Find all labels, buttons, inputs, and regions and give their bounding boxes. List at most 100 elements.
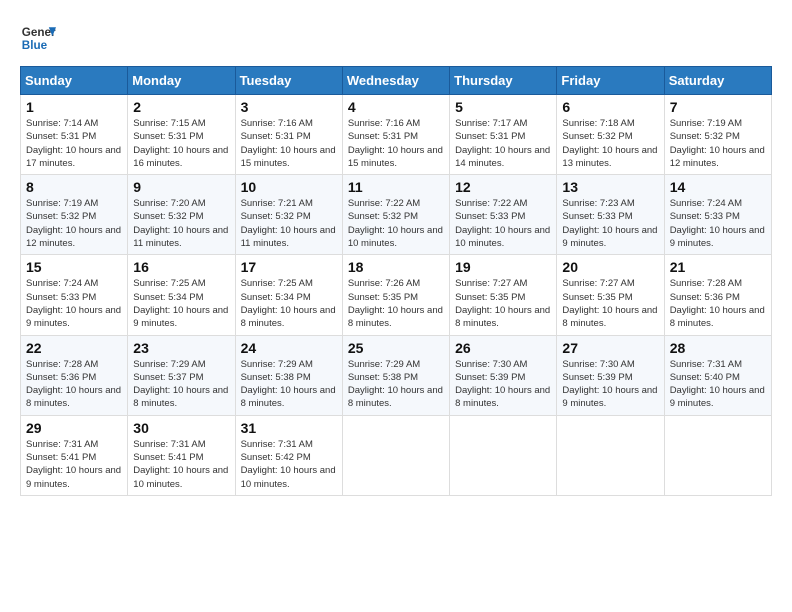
calendar-table: SundayMondayTuesdayWednesdayThursdayFrid… [20,66,772,496]
header-row: SundayMondayTuesdayWednesdayThursdayFrid… [21,67,772,95]
day-cell: 30Sunrise: 7:31 AM Sunset: 5:41 PM Dayli… [128,415,235,495]
day-number: 28 [670,340,766,356]
column-header-sunday: Sunday [21,67,128,95]
day-cell: 20 Sunrise: 7:27 AM Sunset: 5:35 PM Dayli… [557,255,664,335]
day-info: Sunrise: 7:24 AM Sunset: 5:33 PM Dayligh… [670,197,766,250]
day-info: Sunrise: 7:16 AM Sunset: 5:31 PM Dayligh… [348,117,444,170]
week-row-4: 22 Sunrise: 7:28 AM Sunset: 5:36 PM Dayli… [21,335,772,415]
day-cell: 23 Sunrise: 7:29 AM Sunset: 5:37 PM Dayli… [128,335,235,415]
day-number: 21 [670,259,766,275]
day-info: Sunrise: 7:31 AM Sunset: 5:40 PM Dayligh… [670,358,766,411]
day-cell: 28 Sunrise: 7:31 AM Sunset: 5:40 PM Dayli… [664,335,771,415]
day-number: 4 [348,99,444,115]
day-number: 6 [562,99,658,115]
day-cell: 7Sunrise: 7:19 AM Sunset: 5:32 PM Daylig… [664,95,771,175]
week-row-5: 29 Sunrise: 7:31 AM Sunset: 5:41 PM Dayli… [21,415,772,495]
day-number: 2 [133,99,229,115]
day-cell: 1 Sunrise: 7:14 AM Sunset: 5:31 PM Daylig… [21,95,128,175]
day-number: 11 [348,179,444,195]
svg-text:Blue: Blue [22,39,48,52]
day-info: Sunrise: 7:16 AM Sunset: 5:31 PM Dayligh… [241,117,337,170]
day-info: Sunrise: 7:27 AM Sunset: 5:35 PM Dayligh… [562,277,658,330]
day-number: 23 [133,340,229,356]
day-info: Sunrise: 7:22 AM Sunset: 5:33 PM Dayligh… [455,197,551,250]
day-cell: 2 Sunrise: 7:15 AM Sunset: 5:31 PM Daylig… [128,95,235,175]
day-cell [557,415,664,495]
week-row-2: 8 Sunrise: 7:19 AM Sunset: 5:32 PM Daylig… [21,175,772,255]
day-info: Sunrise: 7:25 AM Sunset: 5:34 PM Dayligh… [133,277,229,330]
column-header-tuesday: Tuesday [235,67,342,95]
column-header-monday: Monday [128,67,235,95]
day-number: 10 [241,179,337,195]
column-header-saturday: Saturday [664,67,771,95]
day-number: 7 [670,99,766,115]
day-info: Sunrise: 7:18 AM Sunset: 5:32 PM Dayligh… [562,117,658,170]
day-number: 22 [26,340,122,356]
day-cell: 8 Sunrise: 7:19 AM Sunset: 5:32 PM Daylig… [21,175,128,255]
day-cell: 25Sunrise: 7:29 AM Sunset: 5:38 PM Dayli… [342,335,449,415]
day-number: 26 [455,340,551,356]
day-cell: 19 Sunrise: 7:27 AM Sunset: 5:35 PM Dayli… [450,255,557,335]
column-header-wednesday: Wednesday [342,67,449,95]
day-cell: 10 Sunrise: 7:21 AM Sunset: 5:32 PM Dayli… [235,175,342,255]
day-number: 16 [133,259,229,275]
day-number: 3 [241,99,337,115]
week-row-3: 15 Sunrise: 7:24 AM Sunset: 5:33 PM Dayli… [21,255,772,335]
day-cell: 4 Sunrise: 7:16 AM Sunset: 5:31 PM Daylig… [342,95,449,175]
day-info: Sunrise: 7:31 AM Sunset: 5:42 PM Dayligh… [241,438,337,491]
day-number: 12 [455,179,551,195]
day-cell: 6 Sunrise: 7:18 AM Sunset: 5:32 PM Daylig… [557,95,664,175]
day-number: 1 [26,99,122,115]
day-cell: 26 Sunrise: 7:30 AM Sunset: 5:39 PM Dayli… [450,335,557,415]
day-cell: 3 Sunrise: 7:16 AM Sunset: 5:31 PM Daylig… [235,95,342,175]
day-info: Sunrise: 7:24 AM Sunset: 5:33 PM Dayligh… [26,277,122,330]
day-info: Sunrise: 7:23 AM Sunset: 5:33 PM Dayligh… [562,197,658,250]
day-info: Sunrise: 7:30 AM Sunset: 5:39 PM Dayligh… [455,358,551,411]
day-info: Sunrise: 7:30 AM Sunset: 5:39 PM Dayligh… [562,358,658,411]
day-info: Sunrise: 7:15 AM Sunset: 5:31 PM Dayligh… [133,117,229,170]
day-number: 9 [133,179,229,195]
day-info: Sunrise: 7:29 AM Sunset: 5:38 PM Dayligh… [241,358,337,411]
day-cell: 11 Sunrise: 7:22 AM Sunset: 5:32 PM Dayli… [342,175,449,255]
day-number: 13 [562,179,658,195]
day-number: 5 [455,99,551,115]
day-number: 31 [241,420,337,436]
day-cell: 21 Sunrise: 7:28 AM Sunset: 5:36 PM Dayli… [664,255,771,335]
day-info: Sunrise: 7:27 AM Sunset: 5:35 PM Dayligh… [455,277,551,330]
day-number: 20 [562,259,658,275]
day-cell [664,415,771,495]
day-info: Sunrise: 7:14 AM Sunset: 5:31 PM Dayligh… [26,117,122,170]
logo-icon: General Blue [20,20,56,56]
day-info: Sunrise: 7:17 AM Sunset: 5:31 PM Dayligh… [455,117,551,170]
day-cell: 14 Sunrise: 7:24 AM Sunset: 5:33 PM Dayli… [664,175,771,255]
day-cell: 17Sunrise: 7:25 AM Sunset: 5:34 PM Dayli… [235,255,342,335]
day-number: 29 [26,420,122,436]
day-number: 14 [670,179,766,195]
day-info: Sunrise: 7:29 AM Sunset: 5:38 PM Dayligh… [348,358,444,411]
day-number: 30 [133,420,229,436]
day-cell [342,415,449,495]
day-cell: 9Sunrise: 7:20 AM Sunset: 5:32 PM Daylig… [128,175,235,255]
day-info: Sunrise: 7:28 AM Sunset: 5:36 PM Dayligh… [670,277,766,330]
day-number: 18 [348,259,444,275]
day-cell: 22 Sunrise: 7:28 AM Sunset: 5:36 PM Dayli… [21,335,128,415]
day-number: 8 [26,179,122,195]
day-cell: 5 Sunrise: 7:17 AM Sunset: 5:31 PM Daylig… [450,95,557,175]
day-info: Sunrise: 7:19 AM Sunset: 5:32 PM Dayligh… [26,197,122,250]
day-number: 27 [562,340,658,356]
day-cell: 29 Sunrise: 7:31 AM Sunset: 5:41 PM Dayli… [21,415,128,495]
day-cell: 13 Sunrise: 7:23 AM Sunset: 5:33 PM Dayli… [557,175,664,255]
day-number: 19 [455,259,551,275]
day-info: Sunrise: 7:29 AM Sunset: 5:37 PM Dayligh… [133,358,229,411]
day-cell: 24Sunrise: 7:29 AM Sunset: 5:38 PM Dayli… [235,335,342,415]
day-info: Sunrise: 7:21 AM Sunset: 5:32 PM Dayligh… [241,197,337,250]
day-info: Sunrise: 7:28 AM Sunset: 5:36 PM Dayligh… [26,358,122,411]
day-info: Sunrise: 7:22 AM Sunset: 5:32 PM Dayligh… [348,197,444,250]
logo: General Blue [20,20,56,56]
day-info: Sunrise: 7:25 AM Sunset: 5:34 PM Dayligh… [241,277,337,330]
day-number: 15 [26,259,122,275]
day-info: Sunrise: 7:31 AM Sunset: 5:41 PM Dayligh… [26,438,122,491]
day-info: Sunrise: 7:26 AM Sunset: 5:35 PM Dayligh… [348,277,444,330]
day-cell: 31 Sunrise: 7:31 AM Sunset: 5:42 PM Dayli… [235,415,342,495]
day-cell: 27 Sunrise: 7:30 AM Sunset: 5:39 PM Dayli… [557,335,664,415]
